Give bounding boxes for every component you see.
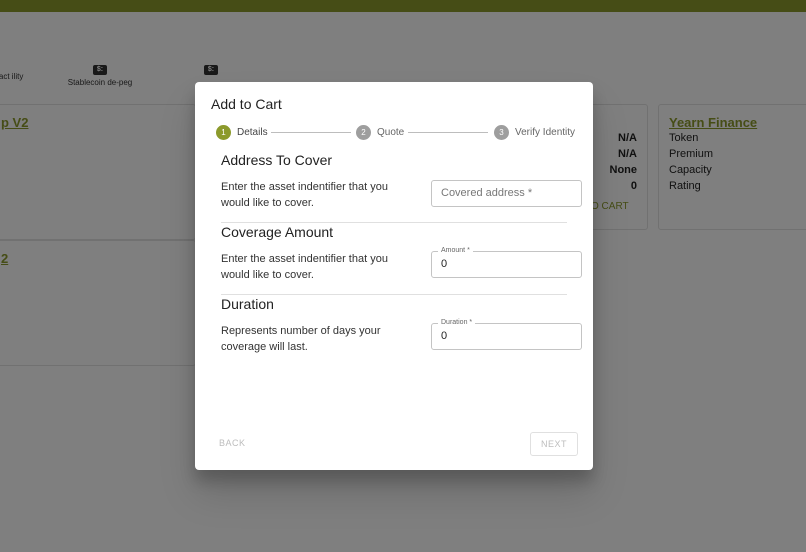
section-duration: Duration [221,296,567,312]
section-coverage-body: Enter the asset indentifier that you wou… [221,246,582,283]
amount-value: 0 [441,258,448,270]
duration-label: Duration * [438,318,476,328]
next-button[interactable]: NEXT [530,432,578,456]
section-divider [221,222,567,223]
step-number: 1 [216,124,231,140]
step-label: Quote [377,126,405,138]
step-verify-identity: 3 Verify Identity [494,124,575,140]
step-quote: 2 Quote [356,124,404,140]
section-duration-body: Represents number of days your coverage … [221,318,582,355]
step-connector [271,132,351,133]
duration-input[interactable]: Duration * 0 [431,318,582,350]
section-title: Coverage Amount [221,224,334,240]
amount-input[interactable]: Amount * 0 [431,246,582,278]
section-address: Address To Cover [221,152,567,168]
step-connector [408,132,488,133]
section-title: Address To Cover [221,152,333,168]
back-button[interactable]: BACK [219,438,246,448]
section-description: Represents number of days your coverage … [221,325,381,353]
section-description: Enter the asset indentifier that you wou… [221,253,388,281]
amount-label: Amount * [438,246,473,256]
step-number: 2 [356,124,371,140]
stepper: 1 Details 2 Quote 3 Verify Identity [216,124,576,140]
step-details: 1 Details [216,124,268,140]
section-description: Enter the asset indentifier that you wou… [221,181,388,209]
section-address-body: Enter the asset indentifier that you wou… [221,179,582,211]
covered-address-input[interactable]: Covered address * [431,180,582,207]
section-divider [221,294,567,295]
step-label: Details [237,126,268,138]
dialog-title: Add to Cart [211,96,282,112]
add-to-cart-dialog: Add to Cart 1 Details 2 Quote 3 Verify I… [195,82,593,470]
step-label: Verify Identity [515,126,576,138]
section-title: Duration [221,296,274,312]
duration-value: 0 [441,330,448,342]
step-number: 3 [494,124,509,140]
covered-address-placeholder: Covered address * [441,187,533,199]
section-coverage-amount: Coverage Amount [221,224,567,240]
